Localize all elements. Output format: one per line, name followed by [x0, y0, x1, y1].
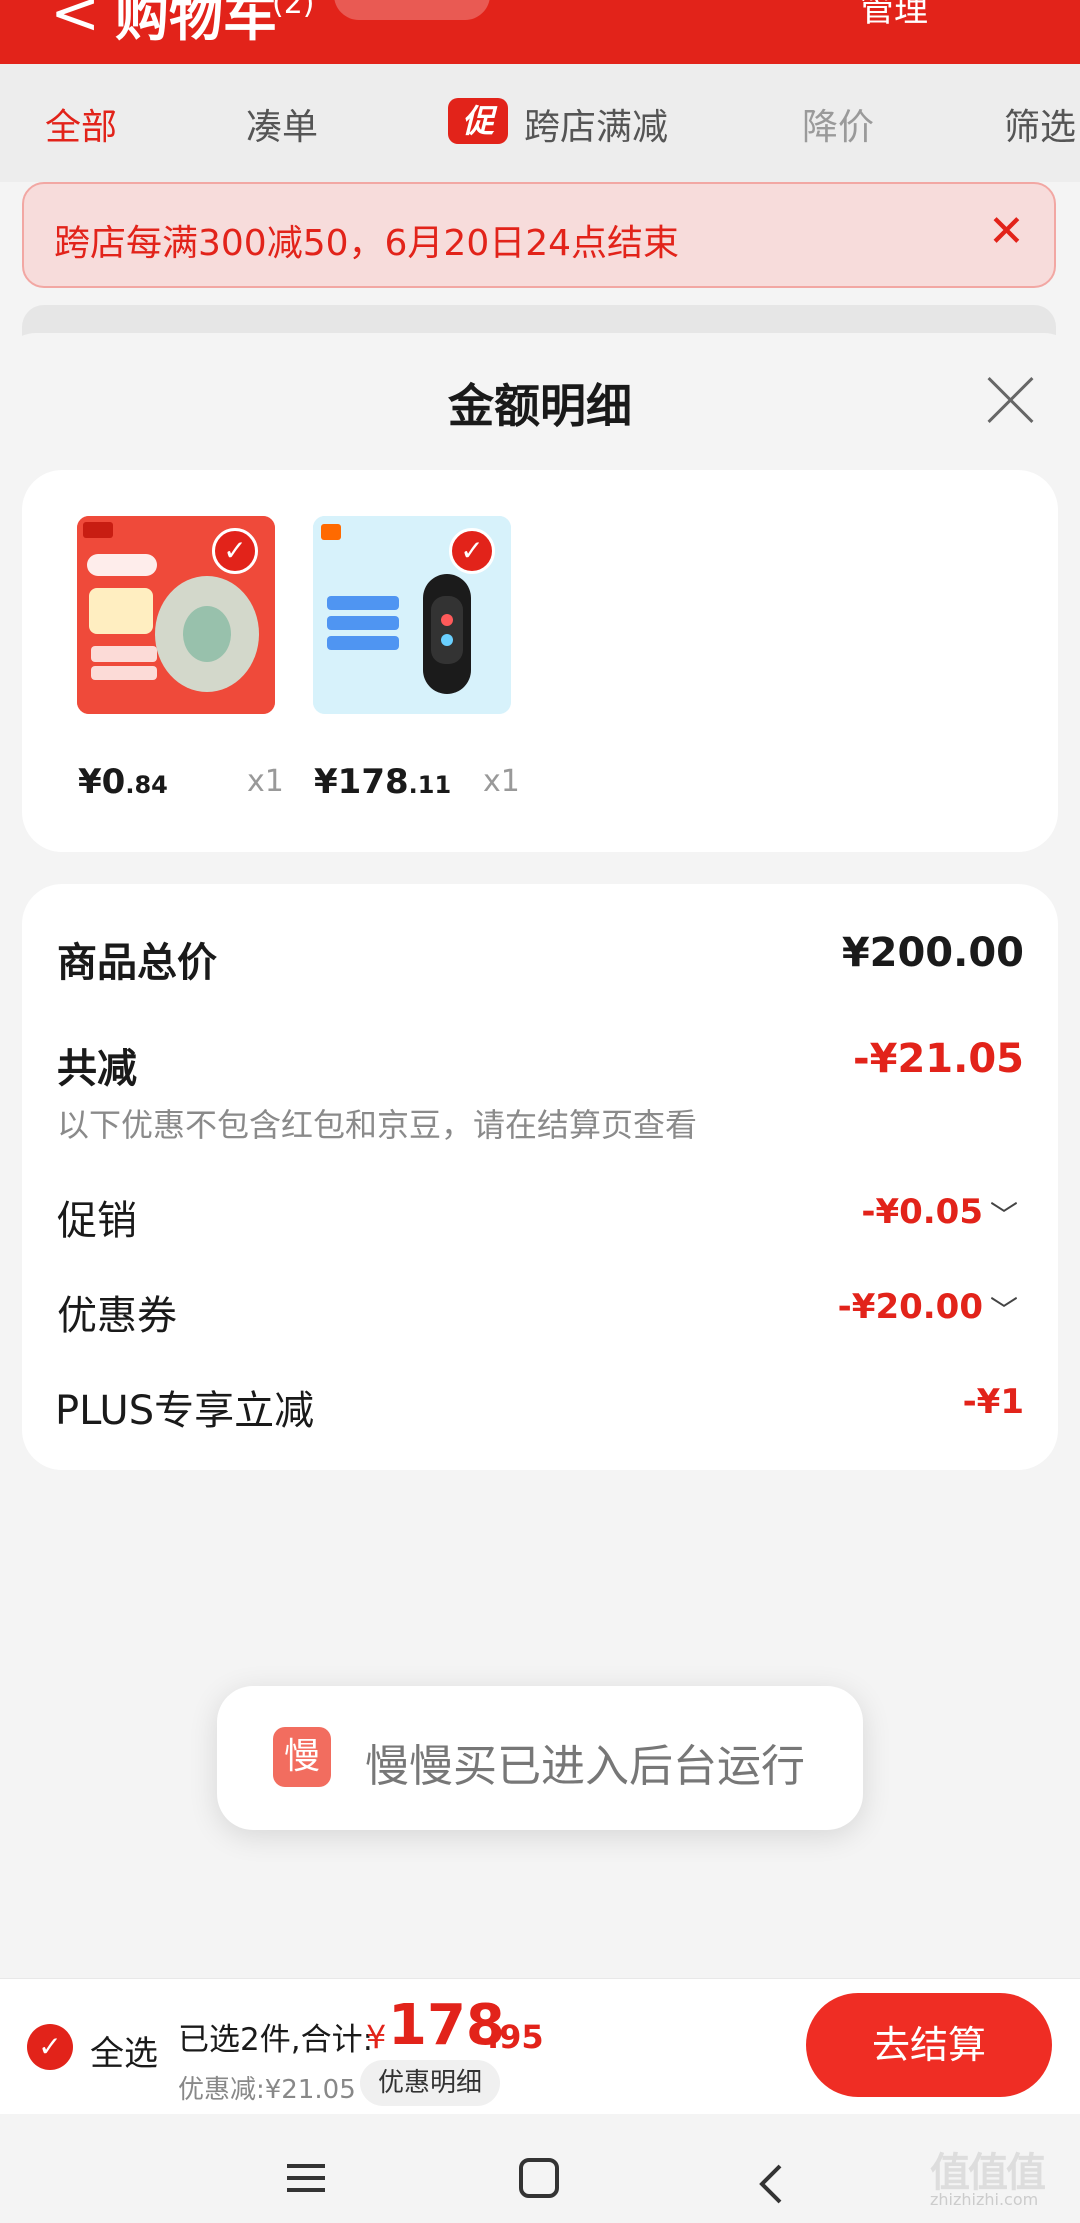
reduce-value: -¥21.05 [853, 1036, 1024, 1082]
coupon-label: 优惠券 [57, 1293, 177, 1339]
product-checkbox[interactable]: ✓ [212, 528, 258, 574]
toast-message: 慢慢买已进入后台运行 [365, 1741, 805, 1792]
product-price: ¥178.11 [314, 762, 452, 802]
total-label: 商品总价 [57, 940, 217, 986]
close-icon[interactable] [985, 375, 1035, 425]
home-icon[interactable] [519, 2158, 559, 2198]
more-icon[interactable]: ⋯ [975, 0, 1015, 20]
filter-tabs: 全部 凑单 促 跨店满减 降价 筛选 [0, 64, 1080, 182]
product-qty: x1 [483, 764, 520, 799]
discount-note: 以下优惠不包含红包和京豆，请在结算页查看 [57, 1106, 698, 1144]
chevron-down-icon[interactable]: ﹀ [990, 1289, 1018, 1329]
discount-summary: 优惠减:¥21.05 [178, 2075, 356, 2105]
select-all-label[interactable]: 全选 [90, 2026, 158, 2075]
menu-icon[interactable] [287, 2164, 325, 2192]
product-checkbox[interactable]: ✓ [449, 528, 495, 574]
cart-count: (2) [272, 0, 315, 21]
tab-coudan[interactable]: 凑单 [246, 98, 318, 150]
selected-summary: 已选2件,合计: [178, 2022, 374, 2058]
promo-label: 促销 [57, 1198, 137, 1244]
total-currency: ¥ [366, 2018, 387, 2056]
watermark-domain: zhizhizhi.com [930, 2190, 1039, 2209]
product-qty: x1 [247, 764, 284, 799]
total-value: ¥200.00 [841, 930, 1024, 976]
promo-badge-icon: 促 [448, 98, 508, 144]
promo-banner-text: 跨店每满300减50，6月20日24点结束 [54, 223, 680, 264]
back-icon[interactable]: < [50, 0, 100, 48]
app-icon: 慢 [273, 1727, 331, 1787]
promo-value: -¥0.05 [861, 1192, 983, 1232]
top-header: < 购物车 (2) 管理 ⋯ [0, 0, 1080, 64]
tab-cross-store[interactable]: 跨店满减 [524, 98, 668, 150]
tab-price-drop[interactable]: 降价 [802, 98, 874, 150]
plus-label: PLUS专享立减 [55, 1388, 315, 1434]
select-all-checkbox[interactable]: ✓ [27, 2024, 73, 2070]
background-toast: 慢 慢慢买已进入后台运行 [217, 1686, 863, 1830]
close-icon[interactable]: ✕ [988, 206, 1025, 257]
checkout-button[interactable]: 去结算 [806, 1993, 1052, 2097]
total-decimal: .95 [487, 2018, 544, 2056]
reduce-label: 共减 [57, 1046, 137, 1092]
tab-all[interactable]: 全部 [45, 98, 117, 150]
back-nav-icon[interactable] [756, 2162, 786, 2206]
manage-button[interactable]: 管理 [860, 0, 928, 31]
page-title: 购物车 [115, 0, 277, 48]
chevron-down-icon[interactable]: ﹀ [990, 1194, 1018, 1234]
promo-banner: 跨店每满300减50，6月20日24点结束 ✕ [22, 182, 1056, 288]
plus-value: -¥1 [962, 1382, 1024, 1422]
product-price: ¥0.84 [78, 762, 168, 802]
discount-detail-button[interactable]: 优惠明细 [360, 2060, 500, 2106]
tab-filter[interactable]: 筛选 [1004, 98, 1076, 150]
coupon-value: -¥20.00 [837, 1287, 983, 1327]
location-pill[interactable] [334, 0, 490, 20]
sheet-title: 金额明细 [448, 379, 632, 433]
